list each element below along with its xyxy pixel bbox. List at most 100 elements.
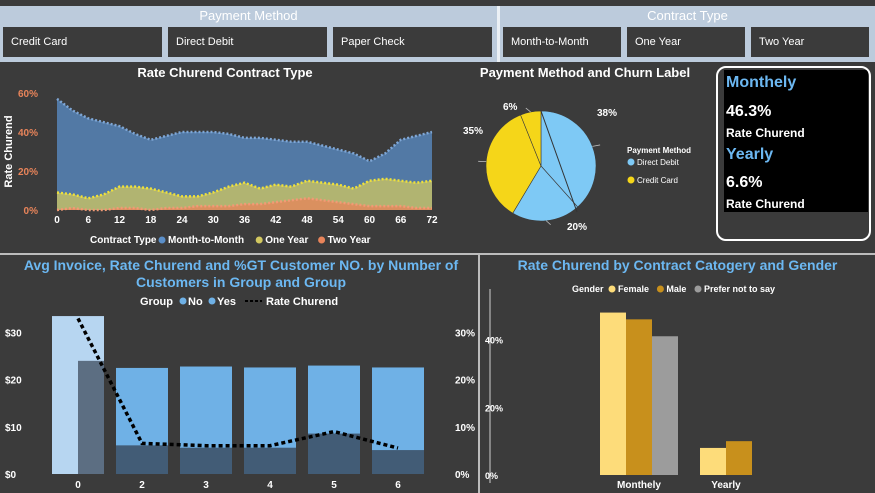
gender-x-tick: Yearly [711,480,741,491]
slicer-month-to-month[interactable]: Month-to-Month [503,27,621,57]
slicer-credit-card[interactable]: Credit Card [3,27,162,57]
kpi-yearly-heading: Yearly [726,146,774,163]
combo-legend-label: No [188,296,203,308]
combo-y-right-tick: 0% [455,470,470,481]
y-axis-label: Rate Churend [3,115,15,187]
x-tick-label: 54 [333,215,345,226]
x-tick-label: 6 [85,215,91,226]
payment-method-slicer: Payment Method Credit Card Direct Debit … [0,6,497,62]
gender-legend-label: Female [618,284,649,294]
bar-male [726,441,752,475]
gender-chart-panel: Rate Churend by Contract Catogery and Ge… [480,255,875,493]
x-tick-label: 12 [114,215,126,226]
contract-type-slicer-title: Contract Type [647,8,728,23]
pie-legend-marker [627,158,635,166]
payment-method-slicer-title: Payment Method [199,8,298,23]
gender-y-tick: 0% [485,471,498,481]
combo-y-right-tick: 10% [455,423,475,434]
pie-legend-title: Payment Method [627,146,691,155]
kpi-monthly-label: Rate Churend [726,126,805,140]
slicer-bar: Payment Method Credit Card Direct Debit … [0,6,875,62]
bar-female [600,312,626,475]
combo-legend-label: Rate Churend [266,296,338,308]
pie-legend-marker [627,176,635,184]
gender-legend-title: Gender [572,284,604,294]
bar-no-overlap [116,445,168,474]
kpi-inner: Monthely 46.3% Rate Churend Yearly 6.6% … [724,70,868,212]
gender-legend-label: Prefer not to say [704,284,775,294]
pie-leader-line [592,144,601,147]
y-tick-label: 40% [18,128,38,139]
pie-data-label: 6% [503,102,518,113]
x-tick-label: 24 [176,215,188,226]
slicer-two-year[interactable]: Two Year [751,27,869,57]
combo-x-tick: 4 [267,480,273,491]
bar-no-overlap [180,447,232,474]
legend-marker [255,236,263,244]
kpi-yearly-label: Rate Churend [726,197,805,211]
legend-title: Contract Type [90,235,157,246]
y-tick-label: 20% [18,167,38,178]
bar-no-overlap [244,447,296,474]
x-tick-label: 66 [395,215,407,226]
bar-no [78,360,104,474]
pie-chart-svg: 38% 20% 35% 6% Payment Method Direct Debit Cre… [463,102,691,233]
gender-legend-marker [656,285,664,293]
combo-legend-title: Group [140,296,173,308]
combo-y-right-tick: 30% [455,329,475,340]
combo-y-left-tick: $0 [5,470,17,481]
combo-y-left-tick: $10 [5,423,22,434]
kpi-yearly-value: 6.6% [726,174,763,191]
pie-legend-label: Credit Card [637,176,678,185]
combo-y-left-tick: $30 [5,329,22,340]
pie-data-label: 35% [463,126,483,137]
x-tick-label: 72 [426,215,438,226]
gender-y-tick: 40% [485,336,503,346]
x-tick-label: 0 [54,215,60,226]
kpi-monthly-value: 46.3% [726,103,772,120]
kpi-card: Monthely 46.3% Rate Churend Yearly 6.6% … [716,66,871,241]
area-chart-svg: 0% 20% 40% 60% Rate Churend 0 6 12 18 24 30 36 42 48 5… [3,89,438,246]
kpi-monthly-heading: Monthely [726,74,797,91]
x-tick-label: 42 [270,215,282,226]
legend-marker [318,236,326,244]
combo-x-tick: 6 [395,480,401,491]
gender-chart-svg: Gender Female Male Prefer not to say 0% 20% 40… [485,284,775,491]
combo-chart-panel: Avg Invoice, Rate Churend and %GT Custom… [0,255,478,493]
bar-female [700,447,726,475]
combo-x-tick: 3 [203,480,209,491]
slicer-paper-check[interactable]: Paper Check [333,27,492,57]
contract-type-slicer: Contract Type Month-to-Month One Year Tw… [500,6,875,62]
combo-y-left-tick: $20 [5,376,22,387]
slicer-direct-debit[interactable]: Direct Debit [168,27,327,57]
combo-x-tick: 5 [331,480,337,491]
bar-no-overlap [308,433,360,474]
combo-y-right-tick: 20% [455,376,475,387]
bar-male [626,319,652,475]
combo-x-tick: 0 [75,480,81,491]
y-tick-label: 0% [24,206,39,217]
pie-chart-panel: Payment Method and Churn Label 38% 20% 35%… [455,62,715,252]
gender-y-tick: 20% [485,403,503,413]
x-tick-label: 36 [239,215,251,226]
x-tick-label: 48 [301,215,313,226]
combo-x-tick: 2 [139,480,145,491]
gender-legend-marker [608,285,616,293]
gender-legend-label: Male [666,284,686,294]
legend-label: One Year [265,235,308,246]
pie-data-label: 38% [597,108,617,119]
bar-prefer-not-to-say [652,336,678,475]
combo-legend-marker [208,297,216,305]
legend-label: Two Year [328,235,371,246]
combo-legend-marker [179,297,187,305]
legend-label: Month-to-Month [168,235,244,246]
pie-legend-label: Direct Debit [637,158,680,167]
gender-legend-marker [694,285,702,293]
pie-leader-line [545,220,551,226]
combo-chart-svg: Group No Yes Rate Churend$0$10$20$300%10%20… [5,296,475,491]
slicer-one-year[interactable]: One Year [627,27,745,57]
legend-marker [158,236,166,244]
area-chart-panel: Rate Churend Contract Type 0% 20% 40% 60% Ra… [0,62,460,252]
x-tick-label: 18 [145,215,157,226]
combo-legend-label: Yes [217,296,236,308]
